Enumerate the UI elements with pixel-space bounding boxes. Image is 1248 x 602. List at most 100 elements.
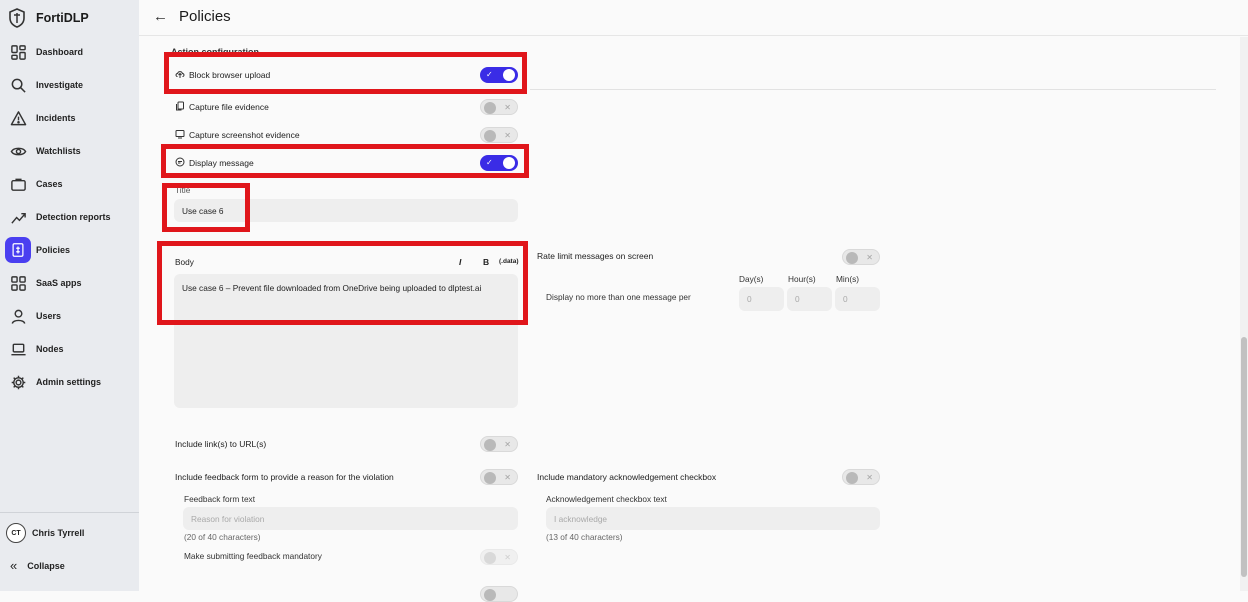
body-textarea-value: Use case 6 – Prevent file downloaded fro… — [182, 283, 482, 293]
mins-value: 0 — [843, 294, 848, 304]
display-message-toggle[interactable]: ✓ — [480, 155, 518, 171]
mins-label: Min(s) — [836, 274, 860, 284]
acknowledgement-label: Include mandatory acknowledgement checkb… — [537, 472, 717, 482]
sidebar-item-users[interactable]: Users — [4, 302, 135, 330]
section-divider — [530, 89, 1216, 90]
display-message-label: Display message — [189, 158, 254, 168]
sidebar-item-label: Nodes — [36, 344, 64, 354]
toggle-knob — [503, 69, 515, 81]
scrollbar[interactable] — [1240, 37, 1248, 591]
x-icon: ✕ — [504, 440, 511, 449]
action-configuration-heading: Action configuration — [171, 47, 259, 57]
sidebar-item-cases[interactable]: Cases — [4, 170, 135, 198]
insert-data-button[interactable]: (.data) — [499, 258, 519, 265]
title-input[interactable]: Use case 6 — [174, 199, 518, 222]
apps-icon — [9, 274, 27, 292]
x-icon: ✕ — [866, 473, 873, 482]
x-icon: ✕ — [504, 131, 511, 140]
sidebar-item-label: Incidents — [36, 113, 76, 123]
days-label: Day(s) — [739, 274, 764, 284]
policy-icon — [5, 237, 31, 263]
hours-input[interactable]: 0 — [787, 287, 832, 311]
chart-line-icon — [9, 208, 27, 226]
back-arrow-icon[interactable]: ← — [153, 9, 168, 25]
body-label: Body — [175, 257, 194, 267]
message-bubble-icon — [175, 157, 185, 167]
sidebar-item-nodes[interactable]: Nodes — [4, 335, 135, 363]
avatar: CT — [6, 523, 26, 543]
toggle-knob — [846, 471, 858, 484]
include-links-toggle[interactable]: ✕ — [480, 436, 518, 452]
title-input-value: Use case 6 — [182, 205, 224, 216]
bold-button[interactable]: B — [483, 257, 489, 267]
app-name: FortiDLP — [36, 11, 89, 25]
briefcase-icon — [9, 175, 27, 193]
toggle-knob — [484, 551, 496, 564]
upload-cloud-icon — [175, 71, 185, 78]
user-menu[interactable]: CT Chris Tyrrell — [6, 523, 84, 543]
x-icon: ✕ — [504, 103, 511, 112]
acknowledgement-placeholder: I acknowledge — [554, 513, 608, 524]
next-row-toggle[interactable] — [480, 586, 518, 602]
italic-button[interactable]: I — [459, 257, 461, 267]
laptop-icon — [9, 340, 27, 358]
feedback-form-toggle[interactable]: ✕ — [480, 469, 518, 485]
sidebar: FortiDLP Dashboard Investigate Incidents… — [0, 0, 139, 591]
sidebar-item-label: SaaS apps — [36, 278, 82, 288]
feedback-char-count: (20 of 40 characters) — [184, 532, 261, 542]
sidebar-item-saas-apps[interactable]: SaaS apps — [4, 269, 135, 297]
collapse-button[interactable]: « Collapse — [10, 558, 65, 574]
rate-limit-description: Display no more than one message per — [546, 292, 691, 302]
rate-limit-label: Rate limit messages on screen — [537, 251, 654, 261]
scrollbar-thumb[interactable] — [1241, 337, 1247, 577]
toggle-knob — [484, 438, 496, 451]
acknowledgement-toggle[interactable]: ✕ — [842, 469, 880, 485]
title-label: Title — [175, 185, 191, 195]
capture-file-evidence-toggle[interactable]: ✕ — [480, 99, 518, 115]
feedback-form-text-label: Feedback form text — [184, 494, 256, 504]
display-message-row: Display message — [175, 157, 254, 168]
days-input[interactable]: 0 — [739, 287, 784, 311]
days-value: 0 — [747, 294, 752, 304]
hours-value: 0 — [795, 294, 800, 304]
capture-file-evidence-label: Capture file evidence — [189, 102, 269, 112]
capture-screenshot-evidence-row: Capture screenshot evidence — [175, 129, 300, 140]
feedback-mandatory-toggle[interactable]: ✕ — [480, 549, 518, 565]
brand[interactable]: FortiDLP — [8, 7, 89, 29]
sidebar-item-label: Cases — [36, 179, 63, 189]
sidebar-divider — [0, 512, 139, 513]
feedback-mandatory-label: Make submitting feedback mandatory — [184, 551, 322, 561]
file-copy-icon — [176, 101, 184, 111]
sidebar-item-detection-reports[interactable]: Detection reports — [4, 203, 135, 231]
sidebar-item-label: Users — [36, 311, 62, 321]
x-icon: ✕ — [504, 553, 511, 562]
include-links-label: Include link(s) to URL(s) — [175, 439, 267, 449]
page-title: Policies — [179, 8, 231, 25]
sidebar-item-dashboard[interactable]: Dashboard — [4, 38, 135, 66]
sidebar-item-watchlists[interactable]: Watchlists — [4, 137, 135, 165]
toggle-knob — [484, 129, 496, 142]
sidebar-item-label: Watchlists — [36, 146, 81, 156]
block-browser-upload-toggle[interactable]: ✓ — [480, 67, 518, 83]
acknowledgement-char-count: (13 of 40 characters) — [546, 532, 623, 542]
sidebar-item-investigate[interactable]: Investigate — [4, 71, 135, 99]
x-icon: ✕ — [866, 253, 873, 262]
capture-screenshot-evidence-toggle[interactable]: ✕ — [480, 127, 518, 143]
x-icon: ✕ — [504, 473, 511, 482]
mins-input[interactable]: 0 — [835, 287, 880, 311]
toggle-knob — [484, 101, 496, 114]
body-textarea[interactable]: Use case 6 – Prevent file downloaded fro… — [174, 274, 518, 408]
screenshot-icon — [175, 130, 185, 139]
gear-icon — [9, 373, 27, 391]
sidebar-item-incidents[interactable]: Incidents — [4, 104, 135, 132]
block-browser-upload-row: Block browser upload — [175, 69, 270, 80]
sidebar-item-policies[interactable]: Policies — [4, 236, 135, 264]
eye-icon — [9, 142, 27, 160]
page-header: ← Policies — [139, 0, 1248, 36]
capture-file-evidence-row: Capture file evidence — [175, 101, 269, 112]
acknowledgement-text-input[interactable]: I acknowledge — [546, 507, 880, 530]
sidebar-item-admin-settings[interactable]: Admin settings — [4, 368, 135, 396]
feedback-form-text-input[interactable]: Reason for violation — [183, 507, 518, 530]
sidebar-item-label: Policies — [36, 245, 71, 255]
rate-limit-toggle[interactable]: ✕ — [842, 249, 880, 265]
